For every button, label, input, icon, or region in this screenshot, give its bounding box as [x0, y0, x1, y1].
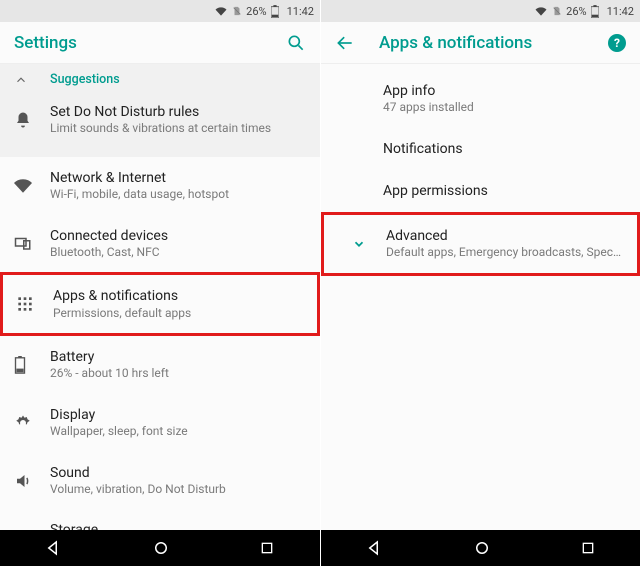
row-sub: Default apps, Emergency broadcasts, Spec…	[386, 245, 623, 261]
row-display[interactable]: Display Wallpaper, sleep, font size	[0, 394, 320, 452]
row-connected-devices[interactable]: Connected devices Bluetooth, Cast, NFC	[0, 215, 320, 273]
nav-home-icon[interactable]	[473, 539, 491, 557]
battery-text: 26%	[246, 5, 266, 18]
row-title: Notifications	[383, 140, 626, 158]
battery-text: 26%	[566, 5, 586, 18]
row-title: Advanced	[386, 227, 623, 245]
row-advanced[interactable]: Advanced Default apps, Emergency broadca…	[321, 212, 640, 276]
row-sub: Volume, vibration, Do Not Disturb	[50, 482, 306, 498]
suggestions-section: Suggestions Set Do Not Disturb rules Lim…	[0, 64, 320, 157]
settings-list: Suggestions Set Do Not Disturb rules Lim…	[0, 64, 320, 530]
status-bar: 26% 11:42	[321, 0, 640, 22]
status-bar: 26% 11:42	[0, 0, 320, 22]
help-icon[interactable]: ?	[608, 34, 626, 52]
row-sub: Bluetooth, Cast, NFC	[50, 245, 306, 261]
apps-list: App info 47 apps installed Notifications…	[321, 64, 640, 530]
phone-left: 26% 11:42 Settings Suggestions Se	[0, 0, 320, 566]
brightness-icon	[14, 414, 50, 432]
nav-bar	[321, 530, 640, 566]
suggestions-label: Suggestions	[50, 72, 120, 87]
sound-icon	[14, 472, 50, 490]
row-title: Sound	[50, 464, 306, 482]
no-sim-icon	[552, 5, 562, 17]
row-sub: 26% - about 10 hrs left	[50, 366, 306, 382]
row-notifications[interactable]: Notifications	[321, 128, 640, 170]
chevron-down-icon	[352, 237, 366, 251]
devices-icon	[14, 234, 50, 252]
row-sub: Limit sounds & vibrations at certain tim…	[50, 121, 306, 137]
row-sub: Wallpaper, sleep, font size	[50, 424, 306, 440]
row-storage[interactable]: Storage 37% used - 10.04 GB free	[0, 509, 320, 530]
battery-icon	[14, 356, 50, 374]
row-sub: Permissions, default apps	[53, 306, 303, 322]
row-title: Display	[50, 406, 306, 424]
suggestion-dnd[interactable]: Set Do Not Disturb rules Limit sounds & …	[0, 91, 320, 149]
page-title: Settings	[14, 33, 286, 53]
row-title: Battery	[50, 348, 306, 366]
nav-home-icon[interactable]	[152, 539, 170, 557]
row-app-info[interactable]: App info 47 apps installed	[321, 64, 640, 128]
wifi-icon	[14, 177, 50, 195]
row-title: Set Do Not Disturb rules	[50, 103, 306, 121]
nav-back-icon[interactable]	[45, 539, 63, 557]
row-sub: 47 apps installed	[383, 100, 626, 116]
wifi-icon	[214, 6, 228, 17]
page-title: Apps & notifications	[379, 33, 608, 53]
nav-back-icon[interactable]	[366, 539, 384, 557]
nav-recent-icon[interactable]	[259, 540, 275, 556]
clock: 11:42	[287, 5, 314, 18]
battery-icon	[271, 5, 279, 18]
nav-recent-icon[interactable]	[580, 540, 596, 556]
battery-icon	[591, 5, 599, 18]
back-icon[interactable]	[335, 33, 355, 53]
row-apps-notifications[interactable]: Apps & notifications Permissions, defaul…	[0, 272, 320, 336]
no-sim-icon	[232, 5, 242, 17]
phone-right: 26% 11:42 Apps & notifications ? App inf…	[320, 0, 640, 566]
row-title: Apps & notifications	[53, 287, 303, 305]
row-title: Storage	[50, 521, 306, 530]
clock: 11:42	[607, 5, 634, 18]
bell-icon	[14, 111, 50, 129]
row-network[interactable]: Network & Internet Wi-Fi, mobile, data u…	[0, 157, 320, 215]
nav-bar	[0, 530, 320, 566]
row-sound[interactable]: Sound Volume, vibration, Do Not Disturb	[0, 452, 320, 510]
app-bar: Settings	[0, 22, 320, 64]
row-app-permissions[interactable]: App permissions	[321, 170, 640, 212]
row-title: App info	[383, 82, 626, 100]
apps-icon	[17, 296, 53, 312]
row-sub: Wi-Fi, mobile, data usage, hotspot	[50, 187, 306, 203]
search-icon[interactable]	[286, 33, 306, 53]
app-bar: Apps & notifications ?	[321, 22, 640, 64]
row-title: Connected devices	[50, 227, 306, 245]
chevron-up-icon	[14, 73, 50, 87]
suggestions-header[interactable]: Suggestions	[0, 64, 320, 91]
row-battery[interactable]: Battery 26% - about 10 hrs left	[0, 336, 320, 394]
row-title: Network & Internet	[50, 169, 306, 187]
wifi-icon	[534, 6, 548, 17]
row-title: App permissions	[383, 182, 626, 200]
